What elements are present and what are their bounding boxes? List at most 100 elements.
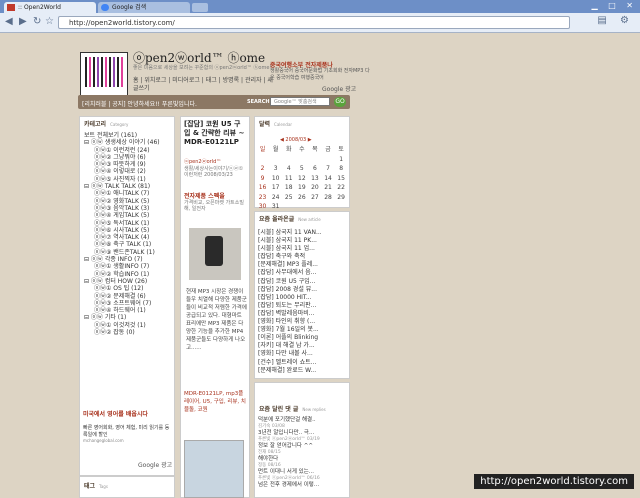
calendar-day[interactable]: 19 [295,183,308,193]
calendar-day[interactable]: 28 [321,193,334,203]
calendar-day[interactable]: 20 [308,183,321,193]
sidebar-ad-text[interactable]: 빠른 영어회화, 영어 체험, 미리 읽기를 등록일에 할인 [83,425,171,439]
reply-item[interactable]: 덕분에 포기했단걸 해결.. 김기숙 03/08 [258,417,348,430]
search-go-button[interactable]: GO [334,97,346,107]
post-tags[interactable]: MDR-E0121LP, mp3플레이어, U5, 구입, 리뷰, 치블돌, 코… [184,390,246,414]
category-item[interactable]: ⓞⓦ⑤ 사진찍자 (1) [84,176,174,183]
site-title[interactable]: ⓞpen2ⓦorld™ ⓗome [133,49,265,66]
category-item[interactable]: ⓞⓦ⑨ 밴드존TALK (1) [84,249,174,256]
calendar-day[interactable]: 12 [295,174,308,184]
calendar-day[interactable]: 5 [295,164,308,174]
category-item[interactable]: ⓞⓦ① 이런저런 (24) [84,147,174,154]
recent-post-link[interactable]: [잡담] 코원 U5 구입... [258,278,348,286]
header-ad-body[interactable]: 생활중국어 중국어문화법 기초회화 전자MP3 다운 중국어학습 여행중국어 [270,68,370,82]
post-ad-title[interactable]: 전자제품 스펙을 [184,193,246,200]
reply-item[interactable]: 정보 잘 얻어갑니다 ^^ 전재 08/15 [258,443,348,456]
post-title[interactable]: [잡담] 코원 U5 구입 & 간략한 리뷰 ~ MDR-E0121LP [184,120,246,147]
category-item[interactable]: ⓞⓦ② 잡동 (0) [84,329,174,336]
bookmark-star-icon[interactable]: ☆ [45,16,54,27]
recent-post-link[interactable]: [시블] 삼국지 11 VAN... [258,229,348,237]
reply-item[interactable]: 넘은 전후 경제에서 이렇... [258,482,348,489]
category-item[interactable]: ⓞⓦ④ 이렇대로 (2) [84,168,174,175]
sidebar-ad-url[interactable]: mchangeglobal.com [83,438,124,443]
post-screenshot-thumbnail [184,440,244,498]
calendar-day[interactable]: 13 [308,174,321,184]
category-item[interactable]: ⓞⓦ② 영화TALK (5) [84,198,174,205]
forward-arrow-icon[interactable]: ▶ [19,16,27,27]
calendar-day[interactable]: 8 [335,164,348,174]
post-ad-sub[interactable]: 가격비교, 오픈마켓 가트소밀해, 일전자 [184,200,246,212]
tab-open2world[interactable]: :: Open2World [4,2,96,13]
calendar-day[interactable]: 11 [282,174,295,184]
tab-google-search[interactable]: Google 검색 [98,2,190,13]
calendar-day[interactable]: 10 [269,174,282,184]
calendar-day[interactable]: 2 [256,164,269,174]
calendar-day[interactable]: 16 [256,183,269,193]
calendar-day[interactable] [321,155,334,165]
sidebar-ad-title[interactable]: 미국에서 영어를 배웁시다 [83,411,171,418]
calendar-grid: 일 월 화 수 목 금 토 1 2 3 4 5 6 7 8 9 10 11 12 13 14 15 16 17 18 19 20 21… [256,145,348,212]
calendar-day[interactable]: 22 [335,183,348,193]
calendar-day[interactable] [308,155,321,165]
calendar-day[interactable]: 17 [269,183,282,193]
calendar-day[interactable]: 27 [308,193,321,203]
calendar-day[interactable] [282,155,295,165]
calendar-day[interactable]: 21 [321,183,334,193]
reply-item[interactable]: 해야한다 정동 08/16 [258,456,348,469]
calendar-day[interactable]: 24 [269,193,282,203]
calendar-day[interactable]: 15 [335,174,348,184]
calendar-day[interactable]: 23 [256,193,269,203]
category-item[interactable]: ⓞⓦ⑤ 독서TALK (1) [84,220,174,227]
category-item[interactable]: ⓞⓦ② 학습INFO (1) [84,271,174,278]
category-item[interactable]: ⓞⓦ④ 게임TALK (5) [84,212,174,219]
calendar-day[interactable]: 26 [295,193,308,203]
recent-post-link[interactable]: [잡담] 2008 경설 뷰... [258,286,348,294]
calendar-day[interactable] [256,155,269,165]
calendar-day[interactable]: 29 [335,193,348,203]
site-nav[interactable]: 홈 | 위치로그 | 미디어로그 | 태그 | 방명록 | 관리자 | 새글쓰기 [133,77,273,93]
page-menu-icon[interactable]: ▤ ⚙ [597,15,634,26]
recent-post-link[interactable]: [영화] 타인의 취향 (... [258,318,348,326]
new-tab-button[interactable] [192,3,208,12]
recent-post-link[interactable]: [시블] 삼국지 11 PK... [258,237,348,245]
calendar-day[interactable]: 4 [282,164,295,174]
site-logo-barcode[interactable] [80,52,128,96]
calendar-day[interactable]: 6 [308,164,321,174]
calendar-month-nav[interactable]: ◀ 2008/03 ▶ [280,137,312,143]
post-author[interactable]: ⓞpen2ⓦorld™ [184,158,248,165]
reply-item[interactable]: 3년전 알입니다만.. 극... 푸른빛 ⓞpen2ⓦorld™ 03/19 [258,430,348,443]
notice-text[interactable]: [리치러블 | 공지] 안녕하세요!! 푸른빛입니다. [82,99,197,108]
recent-post-link[interactable]: [영화] 7월 16일의 봇... [258,326,348,334]
recent-post-link[interactable]: [문제해결] 완료드 W... [258,367,348,375]
search-input[interactable]: Google™ 맞춤검색 [270,97,330,106]
calendar-day[interactable]: 1 [335,155,348,165]
recent-post-link[interactable]: [잡담] 사무대에서 음... [258,269,348,277]
category-item[interactable]: ⓞⓦ⑧ 축구 TALK (1) [84,241,174,248]
calendar-day[interactable] [295,155,308,165]
category-item[interactable]: ⓞⓦ① 애니TALK (7) [84,190,174,197]
category-item[interactable]: ⊟ ⓞⓦ 기타 (1) [84,314,174,321]
recent-post-link[interactable]: [건수] 벨트레이 쇼트... [258,359,348,367]
category-item[interactable]: ⓞⓦ① 생활INFO (7) [84,263,174,270]
calendar-day[interactable]: 3 [269,164,282,174]
category-item[interactable]: ⓞⓦ② 문제해결 (6) [84,293,174,300]
calendar-day[interactable]: 25 [282,193,295,203]
calendar-day[interactable] [269,155,282,165]
recent-post-link[interactable]: [잡담] 퇴도는 무리판... [258,302,348,310]
category-item[interactable]: ⓞⓦ① OS 팁 (12) [84,285,174,292]
reply-text[interactable]: 넘은 전후 경제에서 이렇... [258,482,348,489]
back-arrow-icon[interactable]: ◀ [5,16,13,27]
recent-post-link[interactable]: [잡담] 10000 HIT... [258,294,348,302]
recent-post-link[interactable]: [영화] 다만 내볼 사... [258,350,348,358]
window-controls[interactable]: ▁ □ ✕ [592,1,638,10]
calendar-day[interactable]: 9 [256,174,269,184]
calendar-day[interactable]: 7 [321,164,334,174]
recent-post-link[interactable]: [잡담] 벽발레음마비... [258,310,348,318]
calendar-day[interactable]: 14 [321,174,334,184]
reload-icon[interactable]: ↻ [33,16,41,27]
category-item[interactable]: ⓞⓦ① 이것저것 (1) [84,322,174,329]
calendar-day[interactable]: 18 [282,183,295,193]
address-bar[interactable]: http://open2world.tistory.com/ [58,16,570,29]
reply-item[interactable]: 먼트 이대니 서게 있는... 푸른빛 ⓞpen2ⓦorld™ 06/16 [258,469,348,482]
category-item[interactable]: ⊟ ⓞⓦ 생생세상 이야기 (46) [84,139,174,146]
